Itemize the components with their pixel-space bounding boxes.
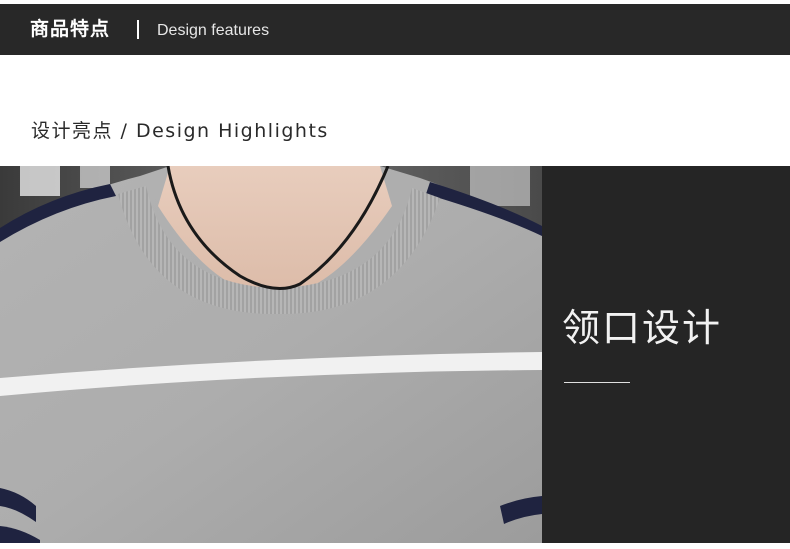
header-title-en: Design features	[157, 22, 270, 39]
header-bar: 商品特点 Design features	[0, 4, 790, 55]
product-detail-page: 商品特点 Design features 设计亮点 / Design Highl…	[0, 0, 790, 549]
product-photo	[0, 166, 542, 543]
sweater-neckline-image	[0, 166, 542, 543]
header-divider	[137, 20, 139, 39]
header-title-cn: 商品特点	[30, 18, 111, 40]
bottom-strip	[0, 543, 790, 549]
feature-title: 领口设计	[562, 306, 723, 350]
section-heading: 设计亮点 / Design Highlights	[31, 120, 329, 142]
feature-title-underline	[564, 382, 630, 383]
feature-panel: 领口设计	[542, 166, 790, 543]
